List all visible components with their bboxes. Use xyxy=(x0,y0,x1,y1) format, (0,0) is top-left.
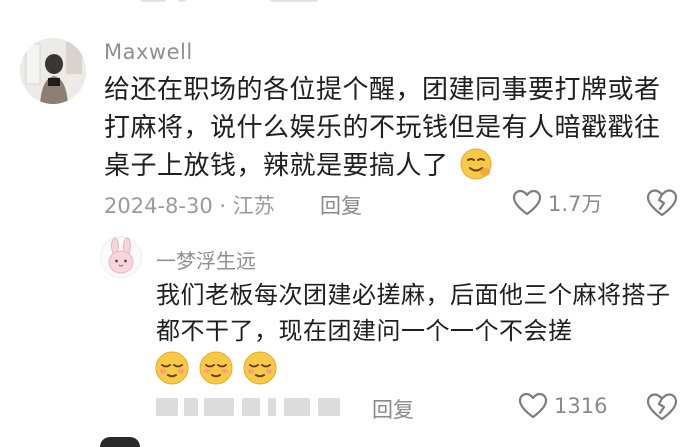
reply-meta-row: 回复 1316 xyxy=(156,390,686,424)
relieved-face-emoji-icon xyxy=(199,351,233,385)
bunny-avatar-icon xyxy=(100,236,142,278)
broken-heart-icon xyxy=(646,393,678,421)
redacted-date xyxy=(156,398,346,416)
like-count: 1316 xyxy=(554,394,608,418)
comment-meta-row: 2024-8-30 · 江苏 回复 1.7万 xyxy=(104,186,684,220)
reply-text: 我们老板每次团建必搓麻，后面他三个麻将搭子都不干了，现在团建问一个一个不会搓 xyxy=(156,281,671,345)
user-photo-icon xyxy=(20,38,86,104)
next-avatar-fragment xyxy=(100,437,140,447)
like-button[interactable]: 1.7万 xyxy=(512,188,602,218)
like-button[interactable]: 1316 xyxy=(518,392,607,420)
dislike-button[interactable] xyxy=(646,188,678,222)
heart-outline-icon xyxy=(512,189,542,216)
avatar[interactable] xyxy=(20,38,86,104)
broken-heart-icon xyxy=(646,189,678,217)
comment-text: 给还在职场的各位提个醒，团建同事要打牌或者打麻将，说什么娱乐的不玩钱但是有人暗戳… xyxy=(104,71,684,185)
heart-outline-icon xyxy=(518,392,548,419)
reply-emoji-row xyxy=(154,350,278,386)
relieved-face-emoji-icon xyxy=(155,351,189,385)
reply-button[interactable]: 回复 xyxy=(372,394,414,424)
sly-grin-emoji-icon xyxy=(460,148,492,180)
comment-body: 给还在职场的各位提个醒，团建同事要打牌或者打麻将，说什么娱乐的不玩钱但是有人暗戳… xyxy=(104,75,661,181)
reply-username[interactable]: 一梦浮生远 xyxy=(156,245,256,274)
previous-comment-fragment xyxy=(120,0,350,4)
like-count: 1.7万 xyxy=(548,192,603,216)
dislike-button[interactable] xyxy=(646,392,678,426)
reply-button[interactable]: 回复 xyxy=(320,190,362,220)
reply-avatar[interactable] xyxy=(100,236,142,278)
relieved-face-emoji-icon xyxy=(243,351,277,385)
comment-username[interactable]: Maxwell xyxy=(104,40,193,64)
comment-date-location: 2024-8-30 · 江苏 xyxy=(104,194,275,218)
